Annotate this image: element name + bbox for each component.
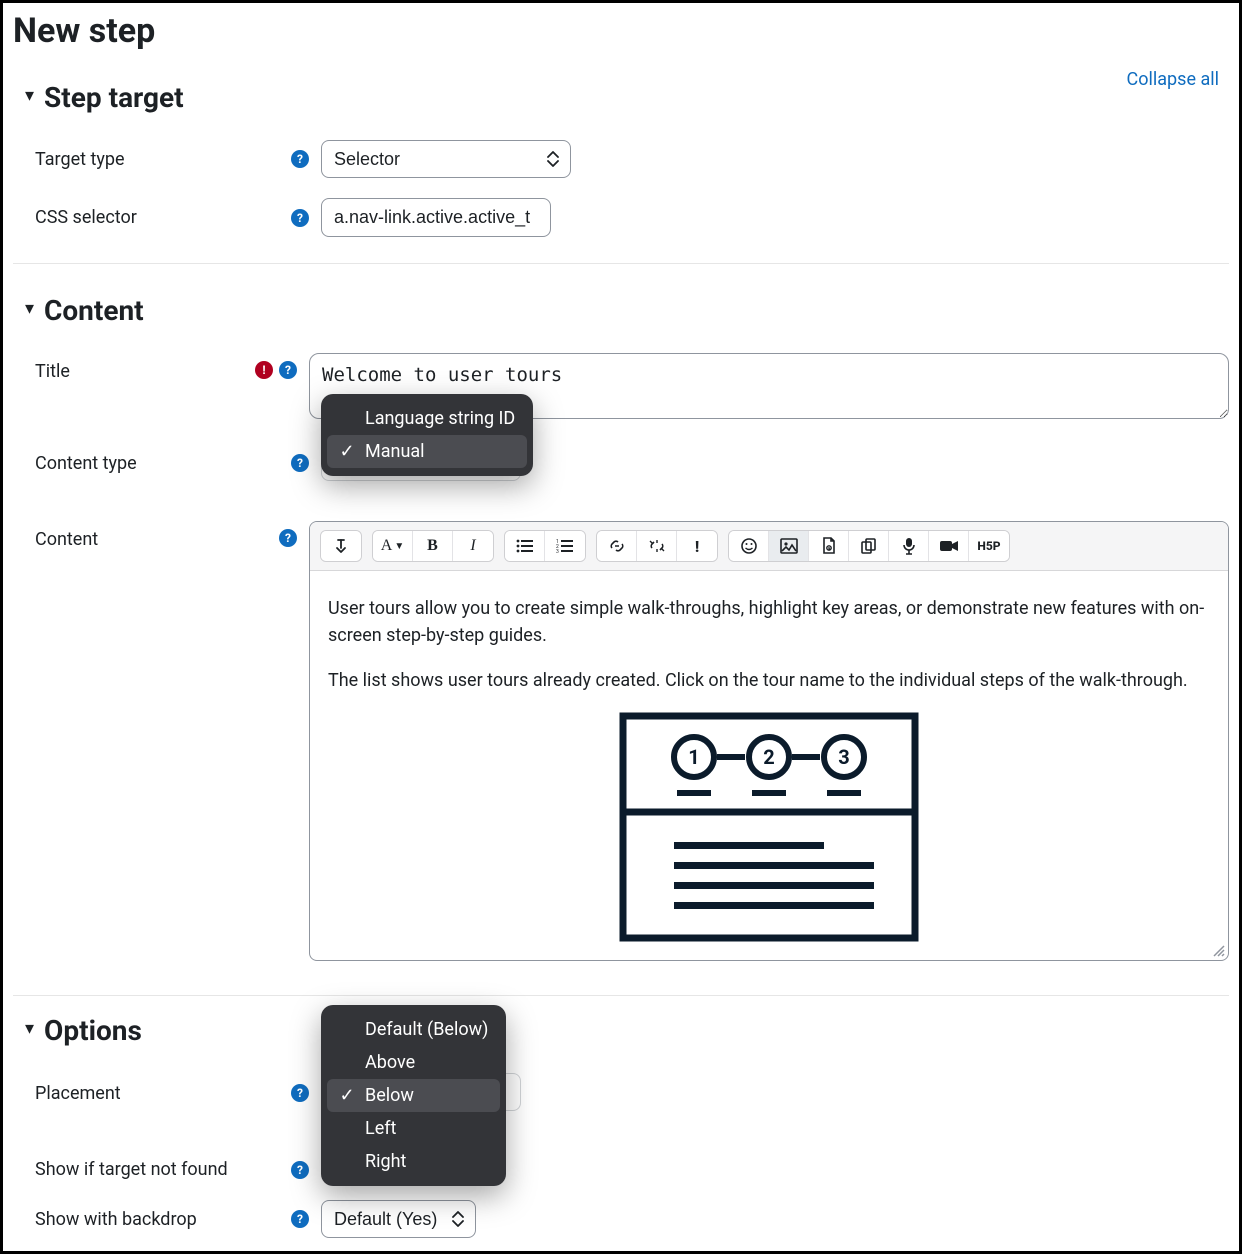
rich-text-editor: A▼ B I 123 (309, 521, 1229, 961)
dropdown-option-label: Default (Below) (365, 1019, 488, 1040)
toolbar-emoji-button[interactable] (729, 531, 769, 561)
label-content-type: Content type (35, 453, 265, 474)
toolbar-video-button[interactable] (929, 531, 969, 561)
help-icon[interactable]: ? (279, 361, 297, 379)
label-css-selector: CSS selector (35, 207, 265, 228)
content-paragraph: The list shows user tours already create… (328, 667, 1210, 694)
dropdown-option-label: Left (365, 1118, 396, 1139)
placement-option-right[interactable]: Right (321, 1145, 506, 1178)
help-icon[interactable]: ? (291, 1161, 309, 1179)
dropdown-option-label: Right (365, 1151, 406, 1172)
toolbar-bold-button[interactable]: B (413, 531, 453, 561)
toolbar-mic-button[interactable] (889, 531, 929, 561)
placement-option-default[interactable]: Default (Below) (321, 1013, 506, 1046)
toolbar-unlink-button[interactable] (637, 531, 677, 561)
label-title: Title (35, 353, 255, 382)
editor-toolbar: A▼ B I 123 (310, 522, 1228, 571)
dropdown-option-label: Manual (365, 441, 425, 462)
help-icon[interactable]: ? (291, 1210, 309, 1228)
editor-content-area[interactable]: User tours allow you to create simple wa… (310, 571, 1228, 960)
row-proceed-on-click: Proceed on click ? Default (No) (35, 1248, 1229, 1254)
chevron-down-icon: ▾ (25, 85, 34, 106)
label-content-body: Content (35, 521, 255, 550)
row-title: Title ! ? Welcome to user tours (35, 343, 1229, 433)
check-icon: ✓ (339, 441, 355, 462)
toolbar-copy-button[interactable] (849, 531, 889, 561)
dropdown-option-label: Above (365, 1052, 415, 1073)
row-show-if-not-found: Show if target not found ? (35, 1149, 1229, 1190)
dropdown-option-label: Below (365, 1085, 414, 1106)
help-icon[interactable]: ? (291, 150, 309, 168)
placement-option-left[interactable]: Left (321, 1112, 506, 1145)
label-show-backdrop: Show with backdrop (35, 1209, 265, 1230)
section-step-target-title: Step target (44, 81, 184, 114)
content-type-dropdown: Language string ID ✓ Manual (321, 394, 533, 476)
help-icon[interactable]: ? (291, 1084, 309, 1102)
section-divider (13, 263, 1229, 264)
toolbar-expand-button[interactable] (321, 531, 361, 561)
section-content-title: Content (44, 294, 144, 327)
toolbar-link-button[interactable] (597, 531, 637, 561)
content-type-option-manual[interactable]: ✓ Manual (327, 435, 527, 468)
row-placement: Placement ? Below Default (Below) Above … (35, 1063, 1229, 1123)
svg-text:3: 3 (556, 549, 559, 553)
label-show-if-not-found: Show if target not found (35, 1159, 265, 1180)
row-show-backdrop: Show with backdrop ? Default (Yes) (35, 1190, 1229, 1248)
toolbar-italic-button[interactable]: I (453, 531, 493, 561)
help-icon[interactable]: ? (291, 209, 309, 227)
toolbar-ol-button[interactable]: 123 (545, 531, 585, 561)
toolbar-image-button[interactable] (769, 531, 809, 561)
section-options-header[interactable]: ▾ Options (25, 1014, 1229, 1047)
section-options-title: Options (44, 1014, 142, 1047)
help-icon[interactable]: ? (279, 529, 297, 547)
check-icon: ✓ (339, 1085, 355, 1106)
row-target-type: Target type ? Selector (35, 130, 1229, 188)
resize-handle-icon[interactable] (1212, 944, 1226, 958)
row-content-body: Content ? A▼ B I (35, 511, 1229, 971)
chevron-down-icon: ▾ (25, 1018, 34, 1039)
show-backdrop-select[interactable]: Default (Yes) (321, 1200, 476, 1238)
placement-option-above[interactable]: Above (321, 1046, 506, 1079)
chevron-down-icon: ▾ (25, 298, 34, 319)
collapse-all-link[interactable]: Collapse all (1127, 69, 1219, 90)
target-type-select[interactable]: Selector (321, 140, 571, 178)
placement-option-below[interactable]: ✓ Below (327, 1079, 500, 1112)
label-placement: Placement (35, 1083, 265, 1104)
svg-text:3: 3 (838, 745, 849, 769)
section-content-header[interactable]: ▾ Content (25, 294, 1229, 327)
placement-dropdown: Default (Below) Above ✓ Below Left Right (321, 1005, 506, 1186)
help-icon[interactable]: ? (291, 454, 309, 472)
toolbar-paragraph-button[interactable]: A▼ (373, 531, 413, 561)
label-target-type: Target type (35, 149, 265, 170)
toolbar-file-button[interactable] (809, 531, 849, 561)
svg-text:1: 1 (688, 745, 699, 769)
dropdown-option-label: Language string ID (365, 408, 515, 429)
section-divider (13, 995, 1229, 996)
content-paragraph: User tours allow you to create simple wa… (328, 595, 1210, 649)
content-type-option-lang-id[interactable]: Language string ID (321, 402, 533, 435)
toolbar-ul-button[interactable] (505, 531, 545, 561)
content-illustration: 1 2 3 (328, 712, 1210, 942)
page-title: New step (13, 11, 1229, 51)
toolbar-warning-button[interactable]: ! (677, 531, 717, 561)
svg-text:2: 2 (763, 745, 774, 769)
required-icon: ! (255, 361, 273, 379)
toolbar-h5p-button[interactable]: H5P (969, 531, 1009, 561)
section-step-target-header[interactable]: ▾ Step target (25, 81, 1229, 114)
row-content-type: Content type ? Manual Language string ID… (35, 433, 1229, 487)
row-css-selector: CSS selector ? (35, 188, 1229, 247)
css-selector-input[interactable] (321, 198, 551, 237)
